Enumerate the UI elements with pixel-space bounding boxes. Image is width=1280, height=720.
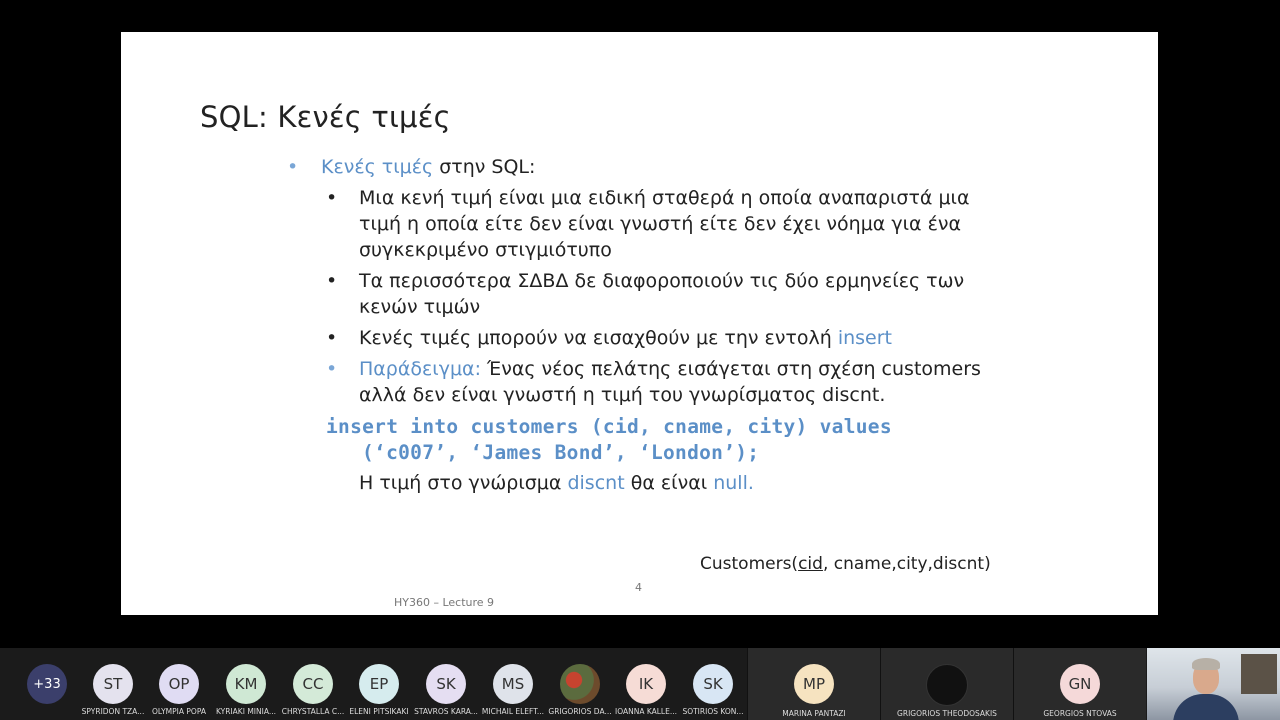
sub1-line1: Μια κενή τιμή είναι μια ειδική σταθερά η… xyxy=(359,187,970,209)
sub1-line2: τιμή η οποία είτε δεν είναι γνωστή είτε … xyxy=(359,213,961,235)
avatar: SK xyxy=(693,664,733,704)
avatar: SK xyxy=(426,664,466,704)
more-participants-button[interactable]: +33 xyxy=(27,648,67,704)
participant-tile[interactable]: EP ELENI PITSIKAKI xyxy=(349,648,409,716)
schema-text: Customers(cid, cname,city,discnt) xyxy=(700,554,991,574)
presentation-slide: SQL: Κενές τιμές • Κενές τιμές στην SQL:… xyxy=(121,32,1158,615)
result-highlight1: discnt xyxy=(567,472,625,494)
result-text1: Η τιμή στο γνώρισμα xyxy=(359,472,568,494)
participant-name: MARINA PANTAZI xyxy=(782,709,846,718)
participant-strip: +33 ST SPYRIDON TZA... OP OLYMPIA POPA K… xyxy=(0,648,1280,720)
slide-title: SQL: Κενές τιμές xyxy=(200,100,451,134)
featured-participant-tile[interactable]: MP MARINA PANTAZI xyxy=(747,648,880,720)
participant-name: GEORGIOS NTOVAS xyxy=(1043,709,1117,718)
sub3-text: Κενές τιμές μπορούν να εισαχθούν με την … xyxy=(359,327,838,349)
sql-code-line2: (‘c007’, ‘James Bond’, ‘London’); xyxy=(362,441,760,464)
main-bullet-highlight: Κενές τιμές xyxy=(321,156,434,178)
sub1-line3: συγκεκριμένο στιγμιότυπο xyxy=(359,239,612,261)
participant-tile[interactable]: CC CHRYSTALLA C... xyxy=(282,648,344,716)
participant-name: GRIGORIOS THEODOSAKIS xyxy=(897,709,997,718)
avatar: MS xyxy=(493,664,533,704)
participant-tile[interactable]: SK STAVROS KARA... xyxy=(414,648,478,716)
participant-tile[interactable]: OP OLYMPIA POPA xyxy=(152,648,206,716)
avatar: EP xyxy=(359,664,399,704)
avatar: ST xyxy=(93,664,133,704)
speaker-hair xyxy=(1192,658,1220,670)
slide-footer: HY360 – Lecture 9 xyxy=(394,596,495,609)
schema-key: cid xyxy=(798,554,823,574)
avatar: OP xyxy=(159,664,199,704)
avatar: MP xyxy=(794,664,834,704)
result-line: Η τιμή στο γνώρισμα discnt θα είναι null… xyxy=(359,472,754,494)
schema-rest: , cname,city,discnt) xyxy=(822,554,991,574)
sub4-line2: αλλά δεν είναι γνωστή η τιμή του γνωρίσμ… xyxy=(359,384,886,406)
featured-participant-tile[interactable]: GRIGORIOS THEODOSAKIS xyxy=(880,648,1013,720)
bullet-dot: • xyxy=(326,270,338,292)
main-bullet-rest: στην SQL: xyxy=(433,156,536,178)
speaker-video[interactable] xyxy=(1147,648,1280,720)
avatar-photo xyxy=(926,664,968,706)
page-number: 4 xyxy=(635,581,642,594)
avatar: KM xyxy=(226,664,266,704)
bullet-dot: • xyxy=(326,358,338,380)
result-text2: θα είναι xyxy=(624,472,714,494)
sub4-line1: Παράδειγμα: Ένας νέος πελάτης εισάγεται … xyxy=(359,358,981,380)
more-count: +33 xyxy=(27,664,67,704)
participant-tile[interactable]: MS MICHAIL ELEFT... xyxy=(482,648,544,716)
sub3-highlight: insert xyxy=(837,327,892,349)
sql-code-line1: insert into customers (cid, cname, city)… xyxy=(326,415,892,438)
participant-name: SOTIRIOS KON... xyxy=(682,707,744,716)
participant-tile[interactable]: IK IOANNA KALLE... xyxy=(615,648,677,716)
participant-tile[interactable]: KM KYRIAKI MINIA... xyxy=(216,648,276,716)
sub2-line1: Τα περισσότερα ΣΔΒΔ δε διαφοροποιούν τις… xyxy=(359,270,965,292)
avatar: GN xyxy=(1060,664,1100,704)
participant-tile[interactable]: ST SPYRIDON TZA... xyxy=(82,648,144,716)
avatar: IK xyxy=(626,664,666,704)
bullet-dot: • xyxy=(326,187,338,209)
avatar-photo xyxy=(560,664,600,704)
bullet-dot: • xyxy=(287,156,299,178)
sub4-text: Ένας νέος πελάτης εισάγεται στη σχέση cu… xyxy=(480,358,981,380)
result-highlight2: null. xyxy=(713,472,754,494)
participant-tile[interactable]: SK SOTIRIOS KON... xyxy=(682,648,744,716)
bullet-dot: • xyxy=(326,327,338,349)
schema-prefix: Customers( xyxy=(700,554,799,574)
sub4-highlight: Παράδειγμα: xyxy=(359,358,481,380)
main-bullet: Κενές τιμές στην SQL: xyxy=(321,156,535,178)
sub3-line: Κενές τιμές μπορούν να εισαχθούν με την … xyxy=(359,327,892,349)
background-shelf xyxy=(1241,654,1277,694)
avatar: CC xyxy=(293,664,333,704)
featured-participant-tile[interactable]: GN GEORGIOS NTOVAS xyxy=(1013,648,1146,720)
participant-tile[interactable]: GRIGORIOS DA... xyxy=(548,648,612,716)
speaker-body xyxy=(1173,694,1239,720)
sub2-line2: κενών τιμών xyxy=(359,296,481,318)
